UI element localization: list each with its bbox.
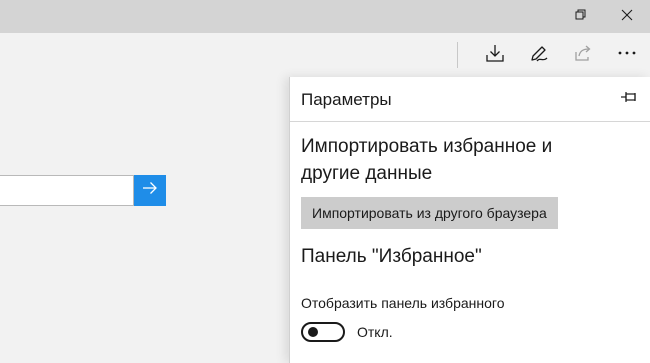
- toggle-state-label: Откл.: [357, 324, 393, 340]
- settings-panel: Параметры Импортировать избранное и друг…: [289, 77, 650, 363]
- toggle-knob: [308, 327, 318, 337]
- settings-panel-header: Параметры: [290, 77, 650, 122]
- restore-button[interactable]: [558, 0, 604, 33]
- notes-button[interactable]: [517, 33, 561, 77]
- restore-icon: [575, 8, 587, 26]
- more-icon: [617, 43, 637, 68]
- share-button[interactable]: [561, 33, 605, 77]
- panel-title: Параметры: [301, 90, 392, 109]
- toolbar-separator: [457, 42, 458, 68]
- downloads-button[interactable]: [473, 33, 517, 77]
- pin-button[interactable]: [618, 90, 640, 108]
- title-bar: [0, 0, 650, 33]
- more-button[interactable]: [605, 33, 649, 77]
- import-from-browser-button[interactable]: Импортировать из другого браузера: [301, 197, 558, 229]
- arrow-right-icon: [142, 181, 158, 200]
- import-section-title: Импортировать избранное и другие данные: [301, 136, 553, 184]
- pen-icon: [529, 43, 549, 68]
- search-input[interactable]: [0, 175, 134, 206]
- close-button[interactable]: [604, 0, 650, 33]
- search-go-button[interactable]: [134, 175, 166, 206]
- favorites-bar-section-title: Панель "Избранное": [301, 246, 482, 267]
- favorites-bar-toggle[interactable]: [301, 322, 345, 342]
- downloads-icon: [485, 43, 505, 68]
- browser-toolbar: [0, 33, 650, 77]
- show-favorites-bar-label: Отобразить панель избранного: [301, 295, 505, 311]
- share-icon: [573, 43, 593, 68]
- close-icon: [621, 8, 633, 26]
- pin-icon: [620, 90, 638, 108]
